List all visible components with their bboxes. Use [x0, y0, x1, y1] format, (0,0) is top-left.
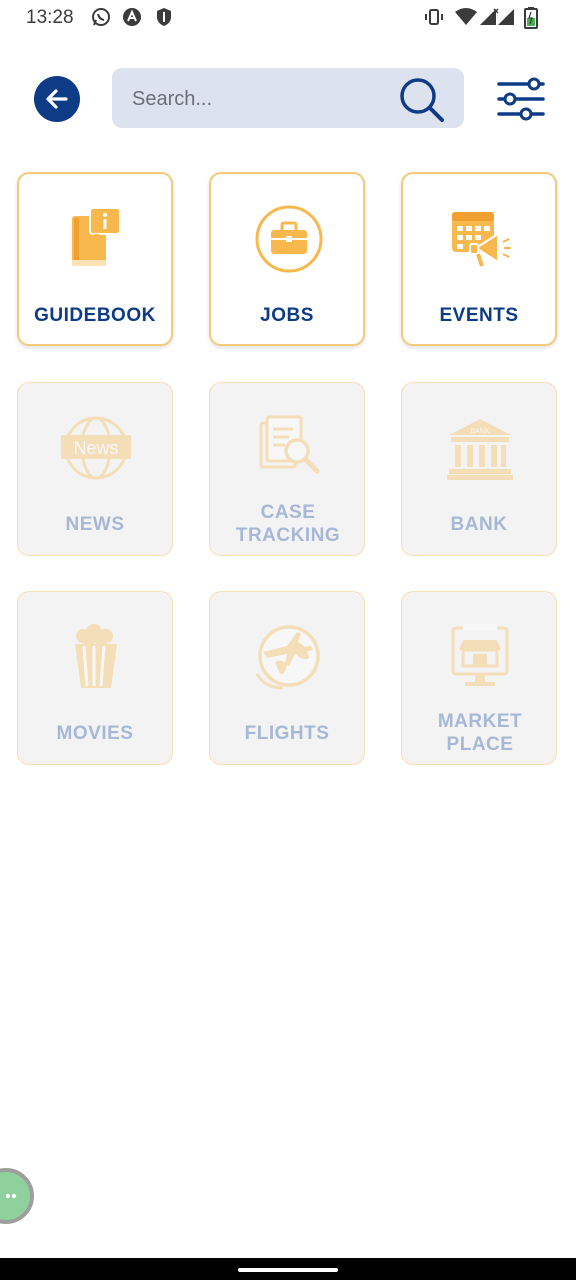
tile-label: MOVIES [56, 723, 134, 744]
tile-bank: BANK BANK [401, 382, 557, 556]
bank-sign: BANK [470, 428, 489, 435]
briefcase-icon [255, 205, 323, 273]
app-icon [123, 8, 141, 26]
bank-icon: BANK [447, 419, 513, 480]
whatsapp-icon [92, 8, 110, 26]
wifi-icon [455, 8, 477, 25]
status-bar: 13:28 [0, 0, 576, 36]
tile-events[interactable]: EVENTS [401, 172, 557, 346]
tile-market-place: MARKET PLACE [401, 591, 557, 765]
battery-icon [524, 7, 538, 29]
tile-label: FLIGHTS [244, 723, 330, 744]
tile-case-tracking: CASE TRACKING [209, 382, 365, 556]
marketplace-icon [451, 624, 509, 686]
shield-icon [157, 8, 171, 26]
guidebook-icon [72, 207, 121, 266]
search-bar [112, 68, 464, 130]
news-sign: News [73, 438, 118, 458]
arrow-left-icon [46, 89, 68, 109]
search-input[interactable] [112, 68, 414, 130]
tile-label: MARKET PLACE [437, 711, 523, 755]
popcorn-icon [75, 624, 117, 688]
tile-jobs[interactable]: JOBS [209, 172, 365, 346]
tile-label: CASE TRACKING [235, 502, 341, 546]
tile-label: BANK [450, 514, 508, 535]
chat-fab[interactable] [0, 1168, 34, 1224]
more-dots-icon [5, 1193, 17, 1199]
events-icon [452, 212, 511, 267]
status-time: 13:28 [26, 7, 74, 28]
sliders-icon[interactable] [496, 76, 546, 122]
search-icon[interactable] [398, 76, 446, 122]
globe-plane-icon [255, 625, 320, 690]
case-tracking-icon [259, 415, 320, 474]
vibrate-icon [425, 9, 443, 25]
tile-label: NEWS [65, 514, 125, 535]
back-button[interactable] [34, 76, 80, 122]
tile-guidebook[interactable]: GUIDEBOOK [17, 172, 173, 346]
tile-news: News NEWS [17, 382, 173, 556]
tile-movies: MOVIES [17, 591, 173, 765]
tile-label: GUIDEBOOK [34, 305, 156, 326]
home-indicator[interactable] [238, 1268, 338, 1272]
tile-flights: FLIGHTS [209, 591, 365, 765]
news-icon: News [61, 416, 131, 480]
signal-icon [480, 8, 514, 25]
tile-label: EVENTS [439, 305, 519, 326]
system-nav-bar [0, 1258, 576, 1280]
tile-label: JOBS [260, 305, 314, 326]
